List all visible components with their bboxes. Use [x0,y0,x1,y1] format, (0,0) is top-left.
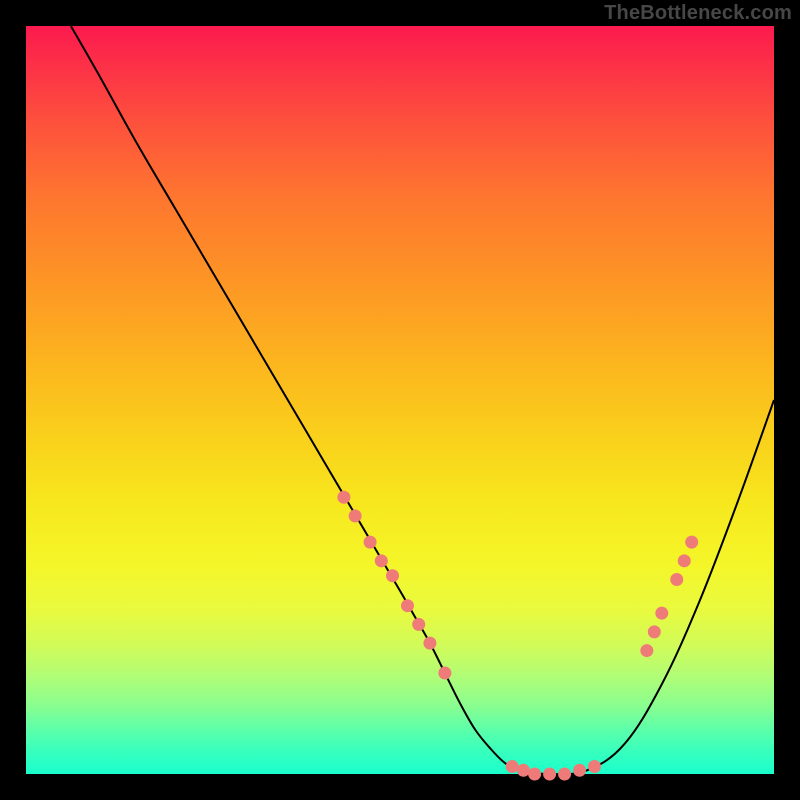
marker-point [412,618,425,631]
marker-point [386,569,399,582]
marker-point [364,536,377,549]
marker-point [640,644,653,657]
marker-point [685,536,698,549]
curve-group [71,26,774,774]
marker-point [506,760,519,773]
marker-point [573,764,586,777]
marker-point [558,768,571,781]
chart-frame: TheBottleneck.com [0,0,800,800]
marker-point [401,599,414,612]
marker-point [648,625,661,638]
marker-point [337,491,350,504]
watermark-text: TheBottleneck.com [604,2,792,25]
marker-point [438,667,451,680]
series-curve [71,26,774,774]
marker-point [670,573,683,586]
plot-area [26,26,774,774]
marker-point [528,768,541,781]
marker-point [543,768,556,781]
markers-group [337,491,698,781]
marker-point [375,554,388,567]
marker-point [349,509,362,522]
marker-point [423,637,436,650]
marker-point [588,760,601,773]
chart-svg [26,26,774,774]
marker-point [517,764,530,777]
marker-point [655,607,668,620]
marker-point [678,554,691,567]
